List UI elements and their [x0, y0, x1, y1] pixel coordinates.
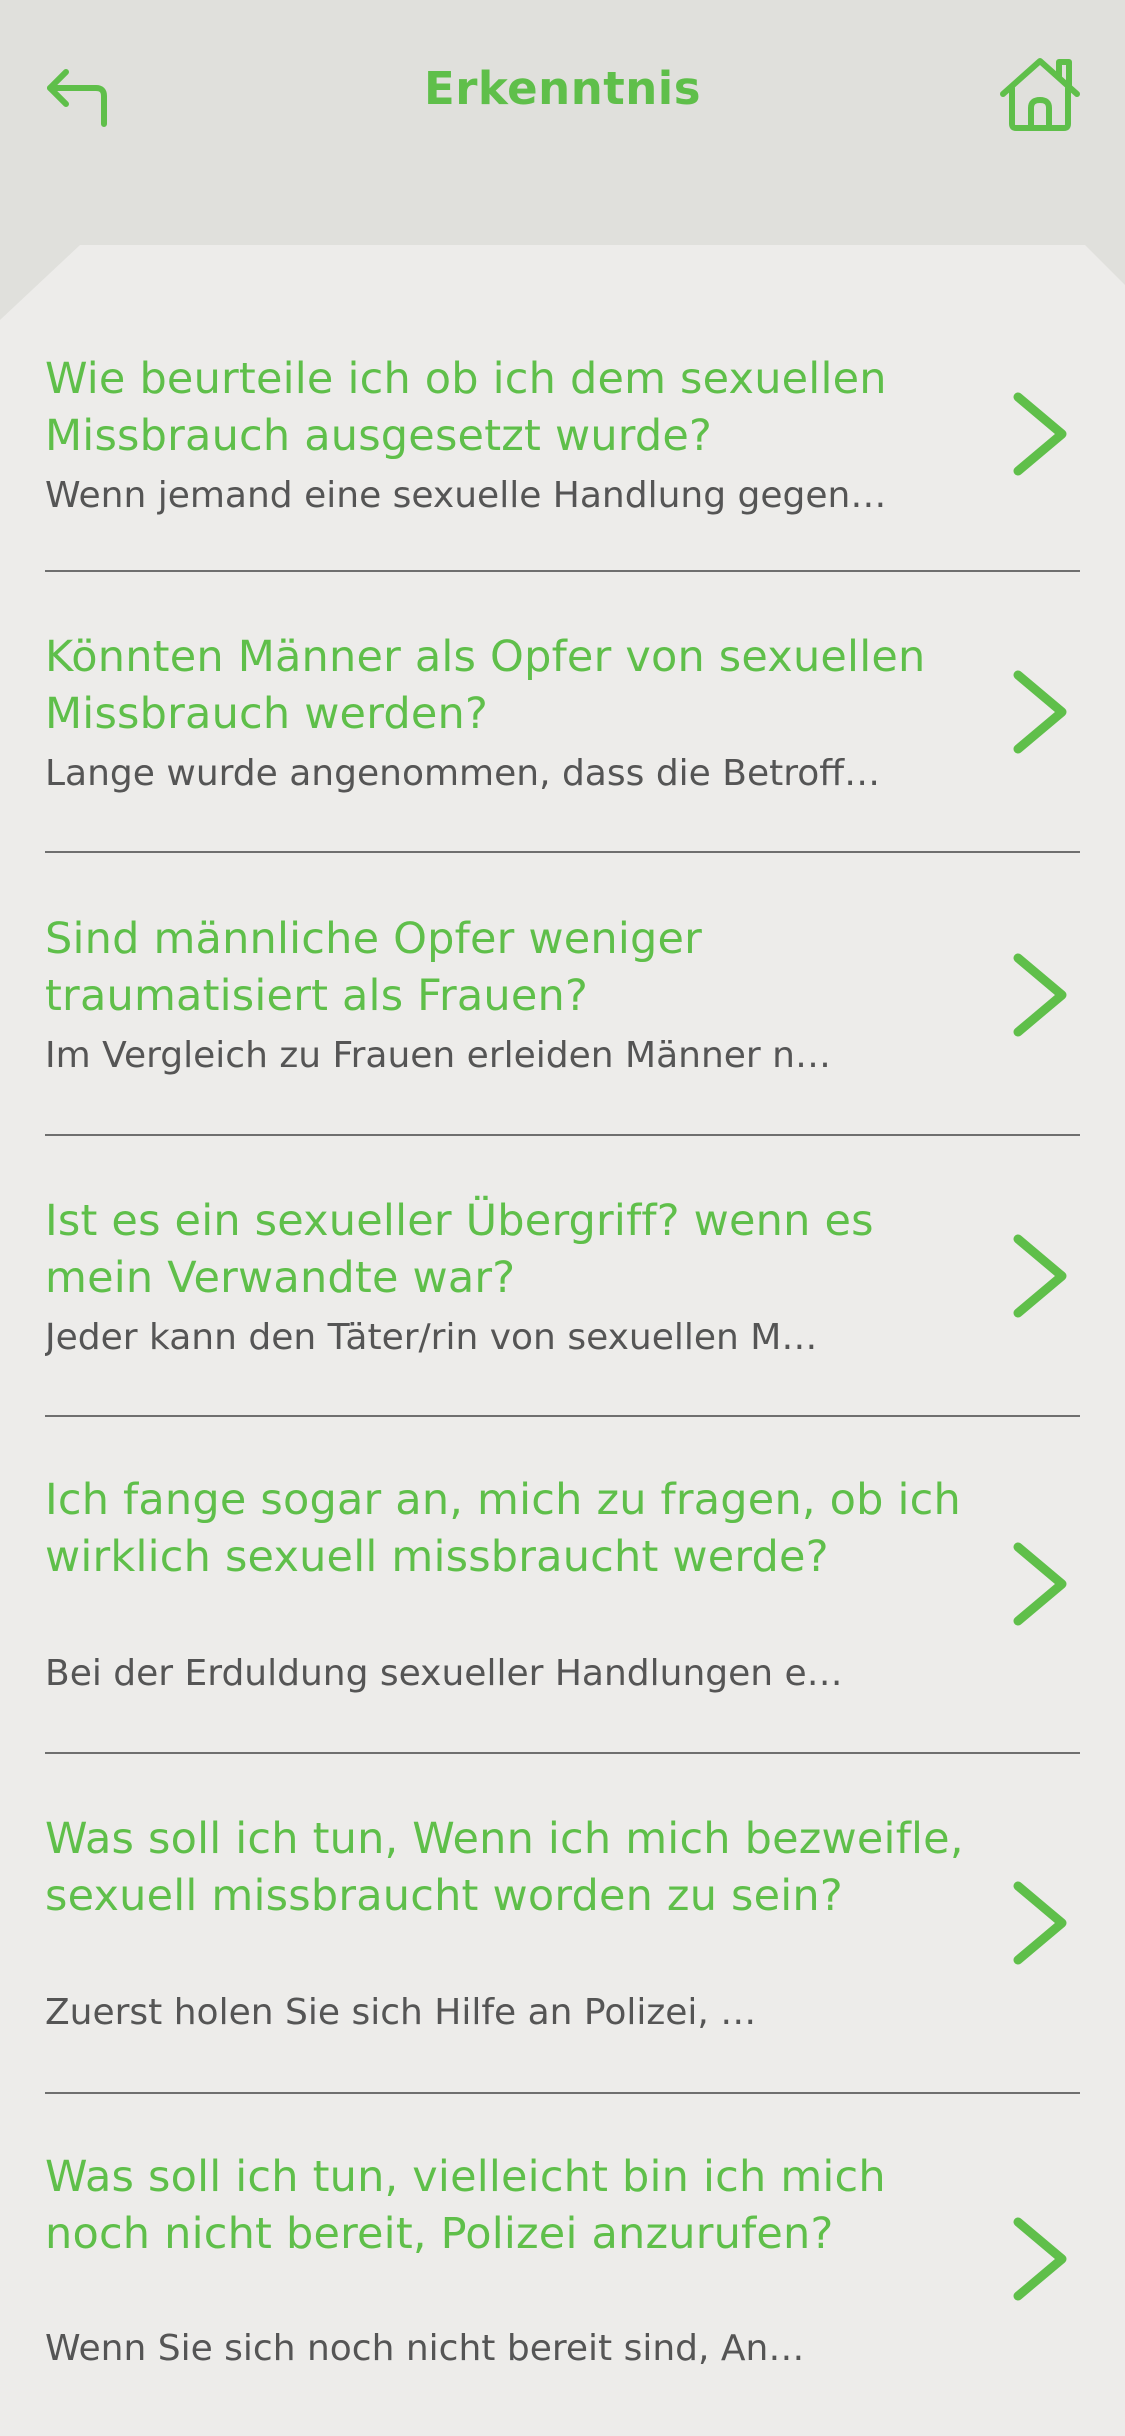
- question-list: Wie beurteile ich ob ich dem sexuellen M…: [0, 245, 1125, 2436]
- chevron-right-icon: [1013, 2217, 1067, 2301]
- answer-preview: Lange wurde angenommen, dass die Betroff…: [45, 753, 881, 794]
- chevron-right-icon: [1013, 1234, 1067, 1318]
- question-title: Was soll ich tun, Wenn ich mich bezweifl…: [45, 1814, 964, 1921]
- chevron-right-icon: [1013, 1542, 1067, 1626]
- answer-preview: Zuerst holen Sie sich Hilfe an Polizei, …: [45, 1992, 757, 2033]
- list-item[interactable]: Wie beurteile ich ob ich dem sexuellen M…: [45, 245, 1080, 572]
- list-item[interactable]: Könnten Männer als Opfer von sexuellen M…: [45, 572, 1080, 853]
- question-title: Ich fange sogar an, mich zu fragen, ob i…: [45, 1475, 961, 1582]
- header-bar: Erkenntnis: [0, 0, 1125, 200]
- list-item[interactable]: Ist es ein sexueller Übergriff? wenn es …: [45, 1136, 1080, 1417]
- answer-preview: Im Vergleich zu Frauen erleiden Männer n…: [45, 1035, 831, 1076]
- question-title: Sind männliche Opfer weniger traumatisie…: [45, 914, 703, 1021]
- question-title: Was soll ich tun, vielleicht bin ich mic…: [45, 2152, 886, 2259]
- answer-preview: Wenn Sie sich noch nicht bereit sind, An…: [45, 2328, 805, 2369]
- question-title: Könnten Männer als Opfer von sexuellen M…: [45, 632, 926, 739]
- list-item[interactable]: Was soll ich tun, vielleicht bin ich mic…: [45, 2094, 1080, 2436]
- list-item[interactable]: Ich fange sogar an, mich zu fragen, ob i…: [45, 1417, 1080, 1754]
- answer-preview: Wenn jemand eine sexuelle Handlung gegen…: [45, 475, 887, 516]
- list-item[interactable]: Was soll ich tun, Wenn ich mich bezweifl…: [45, 1754, 1080, 2094]
- question-title: Wie beurteile ich ob ich dem sexuellen M…: [45, 354, 887, 461]
- chevron-right-icon: [1013, 392, 1067, 476]
- home-button[interactable]: [995, 50, 1085, 140]
- chevron-right-icon: [1013, 953, 1067, 1037]
- home-icon: [1000, 58, 1080, 131]
- question-title: Ist es ein sexueller Übergriff? wenn es …: [45, 1196, 874, 1303]
- answer-preview: Jeder kann den Täter/rin von sexuellen M…: [45, 1317, 818, 1358]
- page-title: Erkenntnis: [424, 62, 701, 115]
- chevron-right-icon: [1013, 1881, 1067, 1965]
- answer-preview: Bei der Erduldung sexueller Handlungen e…: [45, 1653, 843, 1694]
- list-item[interactable]: Sind männliche Opfer weniger traumatisie…: [45, 853, 1080, 1136]
- chevron-right-icon: [1013, 670, 1067, 754]
